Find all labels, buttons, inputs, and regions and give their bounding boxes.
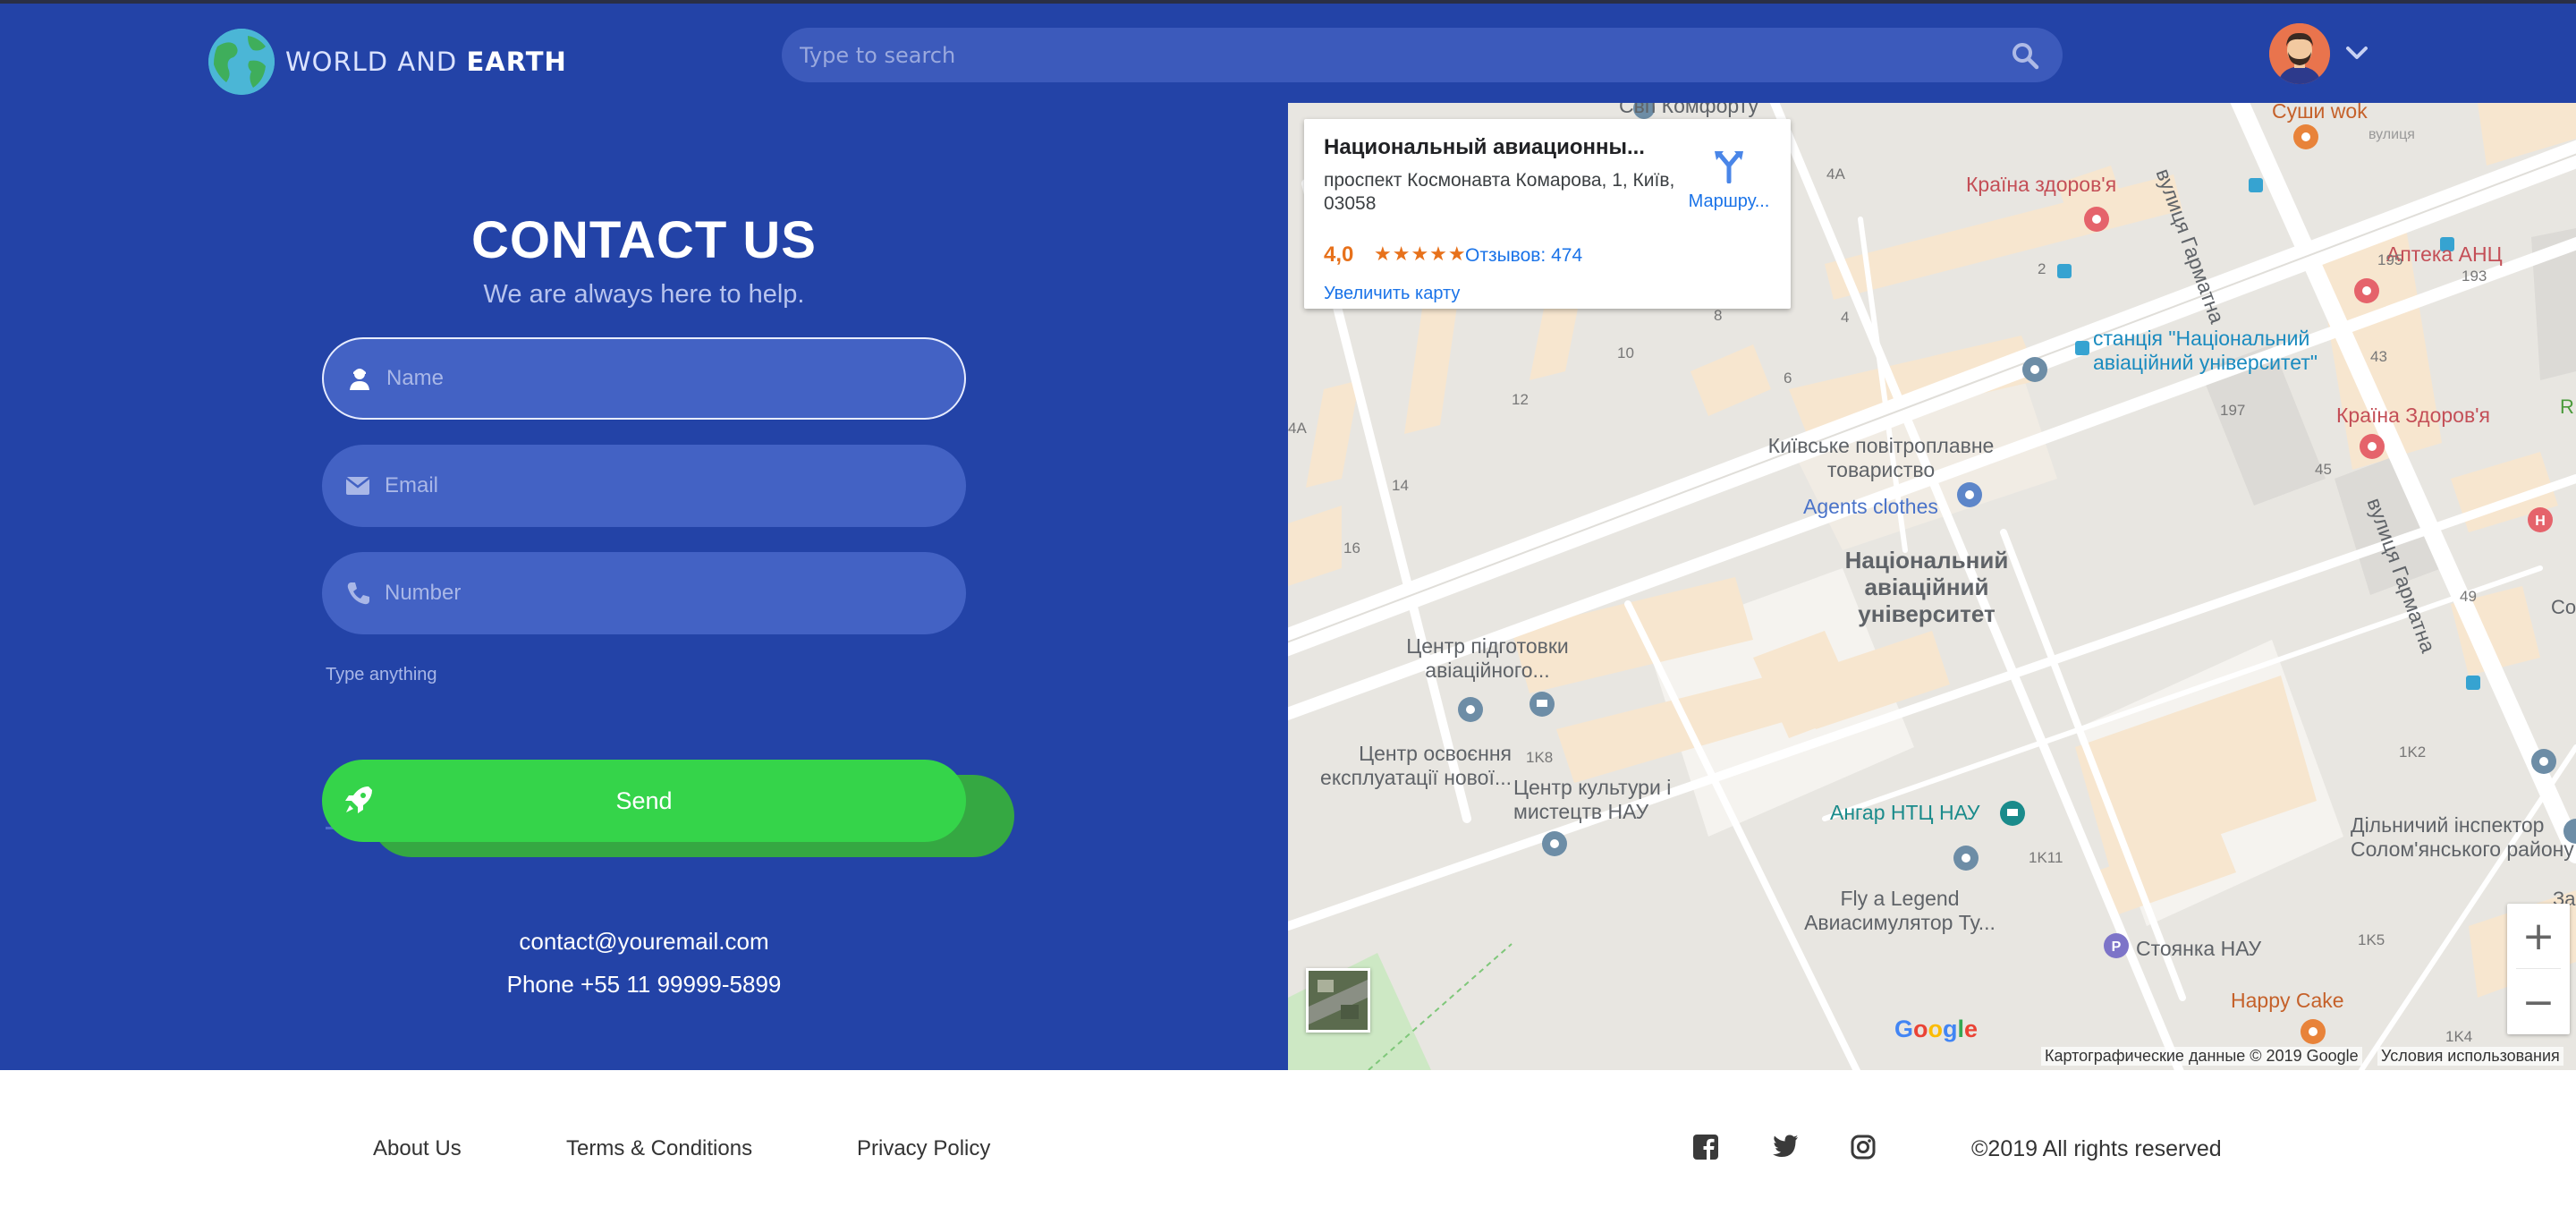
map-number: 4A [1288,420,1307,437]
map-number: 2 [2038,260,2046,277]
map-number: 1K2 [2399,744,2427,761]
map-label[interactable]: Fly a Legend Авиасимулятор Ту... [1792,887,2007,935]
search-icon[interactable] [2007,38,2043,73]
directions-icon [1711,151,1747,187]
globe-icon [208,29,275,95]
map-label[interactable]: Свп Комфорту [1619,103,1758,118]
map-number: 16 [1343,540,1360,557]
zoom-in-button[interactable]: + [2507,904,2570,968]
site-header: WORLD AND EARTH [0,4,2576,103]
map-embed[interactable]: P H вулиця Свп Комфорту Суши wok Країна … [1288,103,2576,1070]
search-input[interactable] [800,42,2007,68]
envelope-icon [343,472,372,500]
map-number: 4A [1826,166,1845,183]
map-label[interactable]: Аптека АНЦ [2386,242,2503,267]
google-logo: Google [1894,1016,1979,1042]
map-label[interactable]: Національний авіаційний університет [1837,547,2016,627]
svg-text:P: P [2112,939,2122,955]
map-label[interactable]: Центр культури і мистецтв НАУ [1513,776,1692,824]
map-label[interactable]: Стоянка НАУ [2136,937,2261,961]
map-number: 45 [2315,461,2332,478]
email-input[interactable] [385,473,966,498]
phone-icon [343,579,372,608]
map-label[interactable]: Київське повітроплавне товариство [1760,434,2002,482]
map-label[interactable]: Країна здоров'я [1966,173,2116,197]
name-field [322,337,966,420]
contact-phone: Phone +55 11 99999-5899 [506,971,782,998]
place-rating: 4,0 [1324,242,1354,267]
map-number: 12 [1512,391,1529,408]
about-us-link[interactable]: About Us [373,1136,462,1161]
map-label[interactable]: Центр підготовки авіаційного... [1385,634,1590,683]
place-address: проспект Космонавта Комарова, 1, Київ, 0… [1324,170,1675,214]
user-icon [345,364,374,393]
number-field [322,552,966,634]
chevron-down-icon[interactable] [2343,39,2370,66]
email-field [322,445,966,527]
map-number: 4 [1841,309,1850,326]
zoom-control: + − [2507,904,2570,1034]
page-subtitle: We are always here to help. [483,280,805,309]
svg-text:вулиця: вулиця [2368,127,2415,142]
copyright: ©2019 All rights reserved [1971,1136,2222,1161]
directions-label: Маршру... [1688,191,1770,211]
send-label: Send [615,786,673,814]
map-number: 43 [2370,348,2387,365]
map-attribution: Картографические данные © 2019 Google [2041,1047,2362,1066]
map-number: 197 [2220,402,2246,419]
satellite-toggle[interactable] [1306,968,1370,1033]
map-number: 10 [1617,344,1634,361]
privacy-link[interactable]: Privacy Policy [857,1136,990,1161]
map-number: 195 [2377,251,2403,268]
name-input[interactable] [386,366,964,391]
map-number: 1K11 [2029,849,2063,866]
twitter-icon[interactable] [1772,1135,1799,1161]
page-title: CONTACT US [471,211,817,269]
instagram-icon[interactable] [1851,1135,1877,1161]
map-number: 193 [2462,268,2487,285]
logo-text: WORLD AND EARTH [285,47,567,77]
map-number: 6 [1784,370,1792,387]
map-label[interactable]: Країна Здоров'я [2336,404,2490,428]
map-number: 14 [1392,477,1409,494]
map-label[interactable]: Дільничий інспектор Солом'янського район… [2351,813,2576,862]
rating-stars: ★★★★★ [1374,242,1467,265]
map-label[interactable]: Суши wok [2272,103,2368,123]
zoom-out-button[interactable]: − [2507,970,2570,1034]
map-number: 1K4 [2445,1028,2473,1045]
map-number: 49 [2460,588,2477,605]
place-name: Национальный авиационны... [1324,135,1645,159]
directions-button[interactable]: Маршру... [1675,148,1783,212]
map-number: 1K8 [1526,749,1554,766]
svg-text:H: H [2535,514,2546,529]
send-button[interactable]: Send [322,760,966,842]
map-label[interactable]: Ангар НТЦ НАУ [1830,801,1980,825]
user-avatar[interactable] [2269,23,2330,84]
enlarge-map-link[interactable]: Увеличить карту [1324,284,1460,304]
map-terms-link[interactable]: Условия использования [2377,1047,2563,1066]
contact-section: CONTACT US We are always here to help. S… [0,103,1288,1070]
search-bar [782,28,2063,82]
facebook-icon[interactable] [1693,1135,1720,1161]
logo[interactable]: WORLD AND EARTH [208,29,567,95]
site-footer: About Us Terms & Conditions Privacy Poli… [0,1070,2576,1224]
map-number: Co [2551,596,2576,618]
contact-email: contact@youremail.com [519,928,769,955]
map-label[interactable]: Центр освоєння експлуатації нової... [1288,742,1512,790]
map-label[interactable]: станція "Національний авіаційний універс… [2093,327,2379,375]
reviews-link[interactable]: Отзывов: 474 [1465,245,1582,267]
terms-link[interactable]: Terms & Conditions [566,1136,752,1161]
map-label[interactable]: Happy Cake [2231,989,2344,1013]
map-label[interactable]: Agents clothes [1803,495,1938,519]
number-input[interactable] [385,581,966,606]
place-info-card: Национальный авиационны... проспект Косм… [1304,119,1791,309]
map-number: 1K5 [2358,931,2385,948]
map-number: R [2560,395,2574,418]
rocket-icon [342,783,376,817]
